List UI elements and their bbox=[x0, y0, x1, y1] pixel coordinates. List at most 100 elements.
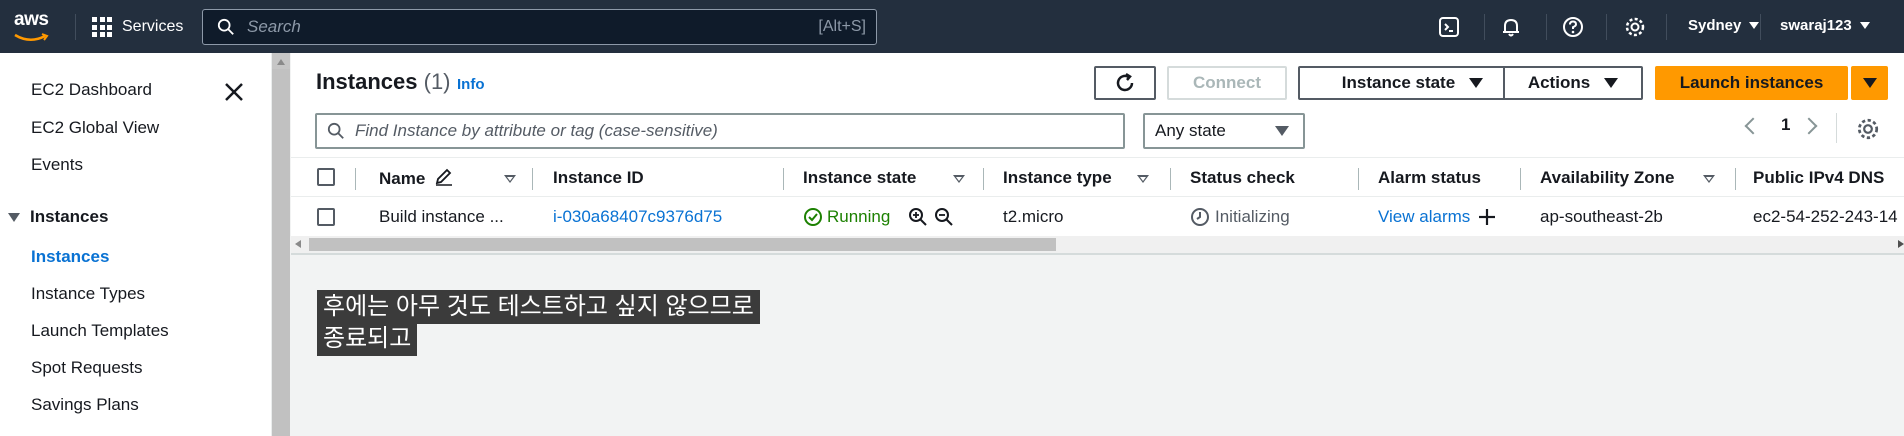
aws-logo-text: aws bbox=[14, 9, 49, 30]
region-label: Sydney bbox=[1688, 17, 1742, 34]
scroll-left-icon[interactable] bbox=[295, 240, 301, 248]
grid-icon bbox=[92, 17, 112, 37]
state-label: Running bbox=[827, 207, 891, 226]
column-divider bbox=[983, 168, 984, 190]
filter-placeholder: Find Instance by attribute or tag (case-… bbox=[355, 121, 718, 140]
sort-icon[interactable] bbox=[1137, 175, 1149, 183]
sort-icon[interactable] bbox=[504, 175, 516, 183]
sidebar-section-instances[interactable]: Instances bbox=[8, 207, 108, 227]
cell-status-check: Initializing bbox=[1190, 207, 1290, 227]
bell-icon[interactable] bbox=[1498, 14, 1524, 40]
cell-name: Build instance ... bbox=[379, 207, 504, 226]
scroll-right-icon[interactable] bbox=[1898, 240, 1904, 248]
zoom-in-icon[interactable] bbox=[908, 207, 928, 227]
column-header-status-check[interactable]: Status check bbox=[1190, 168, 1295, 188]
table-header: Name Instance ID Instance state Instance… bbox=[291, 157, 1904, 197]
cell-instance-id-link[interactable]: i-030a68407c9376d75 bbox=[553, 207, 722, 227]
preferences-gear-icon[interactable] bbox=[1856, 117, 1880, 141]
top-nav: aws Services Search [Alt+S] Sydney swara… bbox=[0, 0, 1904, 53]
column-header-name[interactable]: Name bbox=[379, 168, 454, 189]
sort-icon[interactable] bbox=[1703, 175, 1715, 183]
cloudshell-icon[interactable] bbox=[1436, 14, 1462, 40]
sidebar-item-spot-requests[interactable]: Spot Requests bbox=[31, 358, 143, 378]
services-menu[interactable]: Services bbox=[92, 14, 183, 40]
plus-icon[interactable] bbox=[1478, 208, 1496, 226]
zoom-out-icon[interactable] bbox=[934, 207, 954, 227]
sidebar-section-label: Instances bbox=[30, 207, 109, 226]
account-menu[interactable]: swaraj123 bbox=[1780, 17, 1870, 34]
caret-down-icon bbox=[1862, 78, 1877, 88]
state-select[interactable]: Any state bbox=[1143, 113, 1305, 149]
select-all-checkbox[interactable] bbox=[317, 168, 335, 186]
connect-button[interactable]: Connect bbox=[1167, 66, 1287, 100]
sidebar-item-instances[interactable]: Instances bbox=[31, 247, 109, 267]
divider bbox=[1484, 14, 1485, 40]
column-header-alarm-status[interactable]: Alarm status bbox=[1378, 168, 1481, 188]
instance-count: (1) bbox=[423, 69, 451, 94]
cell-availability-zone: ap-southeast-2b bbox=[1540, 207, 1663, 226]
check-circle-icon bbox=[804, 208, 822, 226]
caret-down-icon bbox=[1469, 78, 1484, 88]
scrollbar-track[interactable] bbox=[272, 69, 290, 436]
page-number[interactable]: 1 bbox=[1781, 115, 1790, 135]
row-checkbox[interactable] bbox=[317, 208, 335, 226]
subtitle-caption-line-1: 후에는 아무 것도 테스트하고 싶지 않으므로 bbox=[317, 290, 760, 324]
launch-instances-dropdown[interactable] bbox=[1851, 66, 1888, 100]
sidebar-item-instance-types[interactable]: Instance Types bbox=[31, 284, 145, 304]
column-header-instance-state[interactable]: Instance state bbox=[803, 168, 916, 188]
details-panel bbox=[291, 253, 1904, 436]
help-icon[interactable] bbox=[1560, 14, 1586, 40]
search-placeholder: Search bbox=[247, 17, 301, 36]
chevron-left-icon[interactable] bbox=[1744, 117, 1762, 135]
view-alarms-link[interactable]: View alarms bbox=[1378, 207, 1470, 227]
sidebar-item-launch-templates[interactable]: Launch Templates bbox=[31, 321, 169, 341]
cell-instance-type: t2.micro bbox=[1003, 207, 1064, 226]
column-header-public-ipv4-dns[interactable]: Public IPv4 DNS bbox=[1753, 168, 1884, 188]
page-title-text: Instances bbox=[316, 69, 418, 94]
state-select-value: Any state bbox=[1155, 121, 1226, 140]
edit-pencil-icon bbox=[435, 168, 453, 186]
refresh-button[interactable] bbox=[1094, 66, 1156, 100]
column-divider bbox=[783, 168, 784, 190]
account-label: swaraj123 bbox=[1780, 17, 1852, 34]
divider bbox=[1760, 14, 1761, 40]
column-header-instance-type[interactable]: Instance type bbox=[1003, 168, 1112, 188]
settings-icon[interactable] bbox=[1622, 14, 1648, 40]
page-title: Instances (1) bbox=[316, 69, 451, 95]
column-divider bbox=[1520, 168, 1521, 190]
chevron-down-icon bbox=[1749, 22, 1760, 29]
aws-logo[interactable]: aws bbox=[14, 10, 54, 42]
column-divider bbox=[1735, 168, 1736, 190]
scrollbar-thumb[interactable] bbox=[309, 238, 1056, 251]
region-selector[interactable]: Sydney bbox=[1688, 17, 1760, 34]
sidebar-item-ec2-dashboard[interactable]: EC2 Dashboard bbox=[31, 80, 152, 100]
launch-instances-label: Launch instances bbox=[1679, 73, 1824, 92]
chevron-down-icon bbox=[1859, 22, 1870, 29]
actions-button[interactable]: Actions bbox=[1503, 66, 1643, 100]
sidebar-scrollbar[interactable] bbox=[272, 53, 290, 436]
launch-instances-button[interactable]: Launch instances bbox=[1655, 66, 1848, 100]
refresh-icon bbox=[1116, 72, 1134, 92]
sidebar: EC2 Dashboard EC2 Global View Events Ins… bbox=[0, 53, 272, 436]
search-input[interactable]: Search [Alt+S] bbox=[202, 9, 877, 45]
column-divider bbox=[532, 168, 533, 190]
sidebar-item-ec2-global-view[interactable]: EC2 Global View bbox=[31, 118, 159, 138]
divider bbox=[1666, 14, 1667, 40]
sidebar-item-savings-plans[interactable]: Savings Plans bbox=[31, 395, 139, 415]
chevron-right-icon[interactable] bbox=[1800, 117, 1818, 135]
sidebar-item-events[interactable]: Events bbox=[31, 155, 83, 175]
column-header-instance-id[interactable]: Instance ID bbox=[553, 168, 644, 188]
scroll-up-icon[interactable] bbox=[277, 59, 285, 65]
close-icon[interactable] bbox=[222, 80, 246, 104]
table-horizontal-scrollbar[interactable] bbox=[291, 236, 1904, 253]
sort-icon[interactable] bbox=[953, 175, 965, 183]
info-link[interactable]: Info bbox=[457, 76, 485, 93]
divider bbox=[1546, 14, 1547, 40]
column-divider bbox=[1170, 168, 1171, 190]
connect-label: Connect bbox=[1193, 73, 1261, 92]
column-header-availability-zone[interactable]: Availability Zone bbox=[1540, 168, 1674, 188]
table-row[interactable]: Build instance ... i-030a68407c9376d75 R… bbox=[291, 198, 1904, 236]
instance-filter-input[interactable]: Find Instance by attribute or tag (case-… bbox=[315, 113, 1125, 149]
cell-instance-state: Running bbox=[803, 207, 890, 227]
instance-state-button[interactable]: Instance state bbox=[1298, 66, 1527, 100]
